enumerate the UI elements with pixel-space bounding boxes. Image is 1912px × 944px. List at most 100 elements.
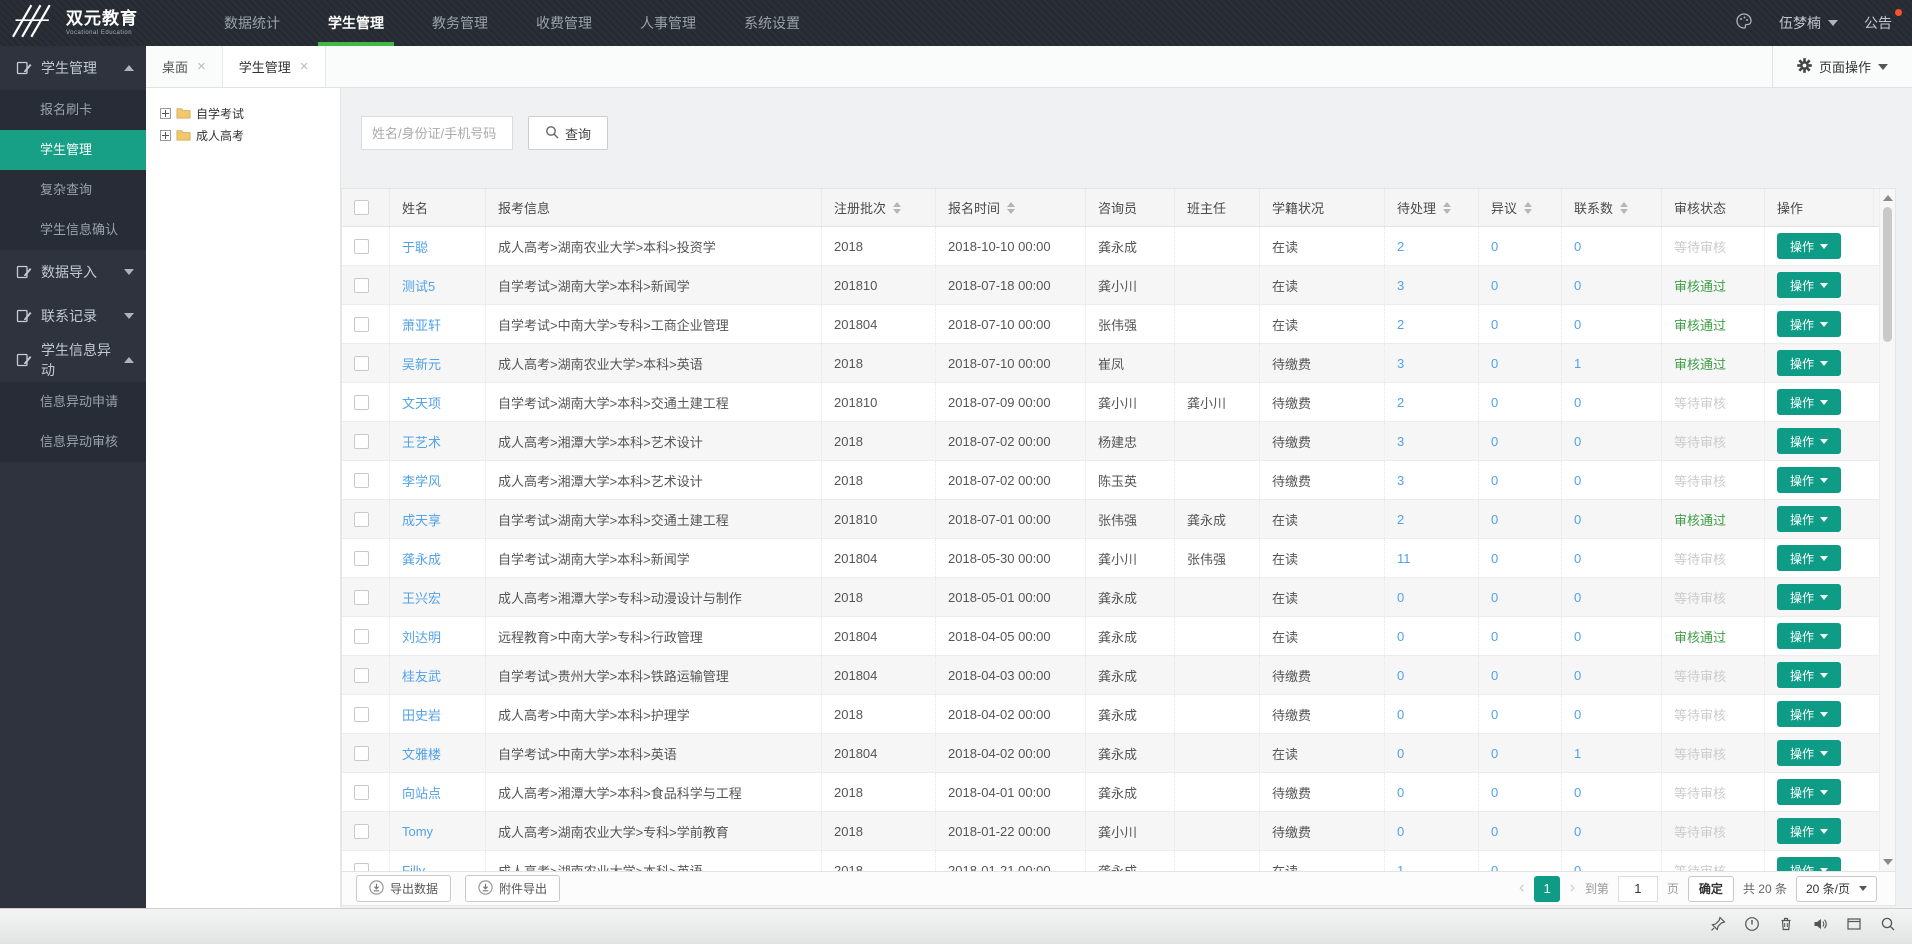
contact-count-link[interactable]: 0 — [1574, 473, 1581, 488]
window-icon[interactable] — [1846, 916, 1862, 937]
contact-count-link[interactable]: 0 — [1574, 395, 1581, 410]
row-checkbox[interactable] — [354, 746, 369, 761]
export-attachment-button[interactable]: 附件导出 — [465, 875, 560, 902]
pending-count-link[interactable]: 3 — [1397, 434, 1404, 449]
contact-count-link[interactable]: 0 — [1574, 785, 1581, 800]
row-checkbox[interactable] — [354, 356, 369, 371]
close-icon[interactable]: × — [197, 59, 206, 74]
student-name-link[interactable]: 龚永成 — [402, 549, 441, 568]
sidebar-item[interactable]: 学生管理 — [0, 130, 146, 170]
pending-count-link[interactable]: 2 — [1397, 512, 1404, 527]
row-action-button[interactable]: 操作 — [1777, 545, 1841, 571]
column-header[interactable]: 注册批次 — [822, 189, 936, 226]
page-ops-button[interactable]: 页面操作 — [1772, 46, 1912, 87]
pending-count-link[interactable]: 0 — [1397, 824, 1404, 839]
row-checkbox[interactable] — [354, 239, 369, 254]
pending-count-link[interactable]: 2 — [1397, 395, 1404, 410]
dispute-count-link[interactable]: 0 — [1491, 785, 1498, 800]
row-action-button[interactable]: 操作 — [1777, 623, 1841, 649]
pending-count-link[interactable]: 2 — [1397, 239, 1404, 254]
contact-count-link[interactable]: 0 — [1574, 239, 1581, 254]
column-header[interactable]: 待处理 — [1385, 189, 1479, 226]
dispute-count-link[interactable]: 0 — [1491, 356, 1498, 371]
dispute-count-link[interactable]: 0 — [1491, 473, 1498, 488]
dispute-count-link[interactable]: 0 — [1491, 317, 1498, 332]
sort-icon[interactable] — [1007, 202, 1015, 214]
dispute-count-link[interactable]: 0 — [1491, 824, 1498, 839]
student-name-link[interactable]: 田史岩 — [402, 705, 441, 724]
row-checkbox[interactable] — [354, 317, 369, 332]
student-name-link[interactable]: 王兴宏 — [402, 588, 441, 607]
sidebar-item[interactable]: 信息异动申请 — [0, 382, 146, 422]
search-input[interactable] — [361, 116, 513, 150]
sidebar-group[interactable]: 学生信息异动 — [0, 338, 146, 382]
sort-icon[interactable] — [893, 202, 901, 214]
announcement-link[interactable]: 公告 — [1864, 13, 1892, 33]
sidebar-item[interactable]: 学生信息确认 — [0, 210, 146, 250]
student-name-link[interactable]: 吴新元 — [402, 354, 441, 373]
tree-node[interactable]: 自学考试 — [160, 102, 340, 124]
contact-count-link[interactable]: 0 — [1574, 512, 1581, 527]
sidebar-group[interactable]: 数据导入 — [0, 250, 146, 294]
contact-count-link[interactable]: 0 — [1574, 707, 1581, 722]
dispute-count-link[interactable]: 0 — [1491, 395, 1498, 410]
row-checkbox[interactable] — [354, 824, 369, 839]
nav-item[interactable]: 学生管理 — [304, 0, 408, 46]
pending-count-link[interactable]: 0 — [1397, 629, 1404, 644]
dispute-count-link[interactable]: 0 — [1491, 239, 1498, 254]
row-action-button[interactable]: 操作 — [1777, 233, 1841, 259]
row-checkbox[interactable] — [354, 785, 369, 800]
dispute-count-link[interactable]: 0 — [1491, 746, 1498, 761]
student-name-link[interactable]: 成天享 — [402, 510, 441, 529]
pending-count-link[interactable]: 0 — [1397, 785, 1404, 800]
pending-count-link[interactable]: 11 — [1397, 551, 1411, 566]
row-action-button[interactable]: 操作 — [1777, 272, 1841, 298]
pending-count-link[interactable]: 0 — [1397, 746, 1404, 761]
trash-icon[interactable] — [1778, 916, 1794, 937]
expand-plus-icon[interactable] — [160, 108, 171, 119]
nav-item[interactable]: 系统设置 — [720, 0, 824, 46]
sidebar-item[interactable]: 复杂查询 — [0, 170, 146, 210]
dispute-count-link[interactable]: 0 — [1491, 863, 1498, 872]
tab-item[interactable]: 桌面× — [146, 46, 223, 87]
export-data-button[interactable]: 导出数据 — [356, 875, 451, 902]
pending-count-link[interactable]: 3 — [1397, 356, 1404, 371]
contact-count-link[interactable]: 0 — [1574, 278, 1581, 293]
row-checkbox[interactable] — [354, 395, 369, 410]
row-action-button[interactable]: 操作 — [1777, 701, 1841, 727]
column-header[interactable]: 联系数 — [1562, 189, 1662, 226]
contact-count-link[interactable]: 0 — [1574, 551, 1581, 566]
sort-icon[interactable] — [1620, 202, 1628, 214]
scrollbar-thumb[interactable] — [1883, 207, 1892, 342]
student-name-link[interactable]: 王艺术 — [402, 432, 441, 451]
sort-icon[interactable] — [1443, 202, 1451, 214]
pending-count-link[interactable]: 0 — [1397, 707, 1404, 722]
dispute-count-link[interactable]: 0 — [1491, 590, 1498, 605]
row-action-button[interactable]: 操作 — [1777, 857, 1841, 871]
pin-icon[interactable] — [1710, 916, 1726, 937]
pending-count-link[interactable]: 0 — [1397, 590, 1404, 605]
search-button[interactable]: 查询 — [528, 116, 608, 150]
row-action-button[interactable]: 操作 — [1777, 389, 1841, 415]
page-number-input[interactable] — [1618, 876, 1658, 902]
contact-count-link[interactable]: 0 — [1574, 668, 1581, 683]
student-name-link[interactable]: 于聪 — [402, 237, 428, 256]
sidebar-item[interactable]: 报名刷卡 — [0, 90, 146, 130]
student-name-link[interactable]: 测试5 — [402, 276, 435, 295]
next-page-icon[interactable]: › — [1569, 880, 1576, 897]
row-checkbox[interactable] — [354, 473, 369, 488]
dispute-count-link[interactable]: 0 — [1491, 629, 1498, 644]
user-menu[interactable]: 伍梦楠 — [1779, 13, 1838, 33]
row-action-button[interactable]: 操作 — [1777, 779, 1841, 805]
row-checkbox[interactable] — [354, 590, 369, 605]
vertical-scrollbar[interactable] — [1879, 189, 1895, 871]
dispute-count-link[interactable]: 0 — [1491, 278, 1498, 293]
dispute-count-link[interactable]: 0 — [1491, 434, 1498, 449]
row-action-button[interactable]: 操作 — [1777, 467, 1841, 493]
tree-node[interactable]: 成人高考 — [160, 124, 340, 146]
scroll-down-arrow-icon[interactable] — [1883, 859, 1893, 865]
sidebar-item[interactable]: 信息异动审核 — [0, 422, 146, 462]
tab-active[interactable]: 学生管理× — [223, 46, 326, 87]
close-icon[interactable]: × — [300, 59, 309, 74]
student-name-link[interactable]: 文雅楼 — [402, 744, 441, 763]
